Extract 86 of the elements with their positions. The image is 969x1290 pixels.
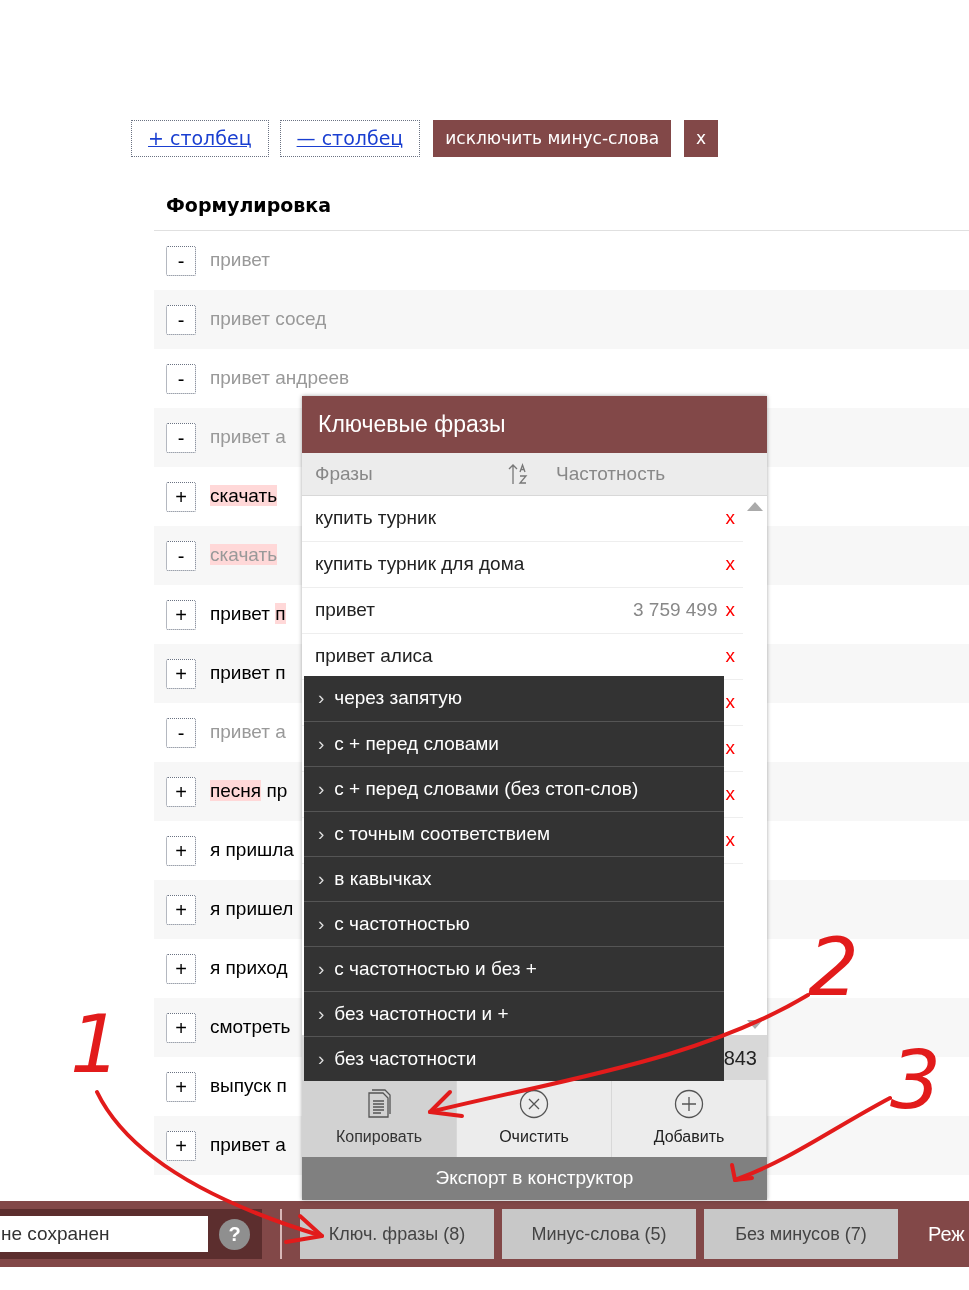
chevron-icon: ›: [318, 684, 325, 713]
mode-button[interactable]: Реж: [928, 1219, 965, 1249]
phrase-text: привет алиса: [315, 644, 433, 669]
remove-button[interactable]: x: [725, 688, 735, 717]
exclude-button[interactable]: x: [684, 120, 719, 157]
phrase-text: купить турник для дома: [315, 552, 525, 577]
tab[interactable]: Ключ. фразы (8): [300, 1209, 494, 1259]
exclude-toggle[interactable]: -: [166, 304, 196, 335]
include-toggle[interactable]: +: [166, 658, 196, 689]
tab[interactable]: Без минусов (7): [704, 1209, 898, 1259]
include-toggle[interactable]: +: [166, 1012, 196, 1043]
remove-button[interactable]: x: [725, 642, 735, 671]
include-toggle[interactable]: +: [166, 776, 196, 807]
exclude-toggle[interactable]: -: [166, 540, 196, 571]
name-field[interactable]: не сохранен: [0, 1216, 208, 1252]
exclude-toggle[interactable]: -: [166, 717, 196, 748]
remove-button[interactable]: x: [725, 504, 735, 533]
menu-label: с + перед словами (без стоп-слов): [334, 776, 639, 801]
add-column-link[interactable]: — столбец: [279, 120, 421, 157]
exclude-toggle[interactable]: -: [166, 363, 196, 394]
chevron-icon: ›: [318, 774, 325, 804]
exclude-button[interactable]: исключить минус-слова: [433, 120, 672, 157]
tab[interactable]: Минус-слова (5): [502, 1209, 696, 1259]
include-toggle[interactable]: +: [166, 894, 196, 925]
export-button[interactable]: Экспорт в конструктор: [302, 1157, 767, 1200]
chevron-icon: ›: [318, 1044, 325, 1074]
include-toggle[interactable]: +: [166, 835, 196, 866]
chevron-icon: ›: [318, 909, 325, 939]
column-heading: Формулировка: [166, 193, 333, 217]
panel-title: Ключевые фразы: [302, 396, 767, 453]
menu-label: без частотности: [334, 1046, 477, 1071]
remove-button[interactable]: x: [725, 826, 735, 855]
chevron-icon: ›: [318, 864, 325, 894]
document-icon: [366, 1088, 392, 1119]
phrase-text: привет п: [210, 661, 286, 686]
chevron-icon: ›: [318, 954, 325, 984]
phrase-text: песня пр: [210, 779, 288, 804]
add-column-link[interactable]: + столбец: [131, 120, 269, 157]
include-toggle[interactable]: +: [166, 953, 196, 984]
phrase-text: привет а: [210, 425, 286, 450]
menu-label: с + перед словами: [334, 731, 499, 756]
phrase-text: я приход: [210, 956, 288, 981]
phrase-text: скачать: [210, 484, 278, 509]
phrase-text: скачать: [210, 543, 278, 568]
remove-button[interactable]: x: [725, 734, 735, 763]
include-toggle[interactable]: +: [166, 481, 196, 512]
annotation-number: 2: [808, 921, 859, 1014]
frequency-value: 3 759 499: [632, 598, 718, 623]
chevron-icon: ›: [318, 819, 325, 849]
remove-button[interactable]: x: [725, 780, 735, 809]
include-toggle[interactable]: +: [166, 599, 196, 630]
phrase-text: привет сосед: [210, 307, 327, 332]
scroll-up-icon[interactable]: [747, 502, 763, 511]
sort-icon[interactable]: [508, 463, 528, 485]
phrase-text: купить турник: [315, 506, 436, 531]
plus-circle-icon: [674, 1088, 704, 1119]
remove-button[interactable]: x: [725, 550, 735, 579]
phrase-text: выпуск п: [210, 1074, 287, 1099]
phrase-text: привет: [315, 598, 375, 623]
phrase-text: привет: [210, 248, 270, 273]
menu-label: с частотностью: [334, 911, 470, 936]
chevron-icon: ›: [318, 999, 325, 1029]
annotation-number: 1: [70, 998, 121, 1091]
action-button[interactable]: Копировать: [302, 1080, 457, 1157]
menu-label: через запятую: [334, 686, 463, 711]
exclude-toggle[interactable]: -: [166, 422, 196, 453]
phrase-text: привет а: [210, 1133, 286, 1158]
include-toggle[interactable]: +: [166, 1071, 196, 1102]
phrase-text: смотреть: [210, 1015, 291, 1040]
include-toggle[interactable]: +: [166, 1130, 196, 1161]
phrase-text: привет а: [210, 720, 286, 745]
menu-label: с точным соответствием: [334, 821, 551, 846]
phrase-text: привет п: [210, 602, 286, 627]
close-circle-icon: [519, 1088, 549, 1119]
phrase-text: привет андреев: [210, 366, 350, 391]
exclude-toggle[interactable]: -: [166, 245, 196, 276]
menu-label: в кавычках: [334, 866, 432, 891]
total-count: 843: [723, 1045, 757, 1071]
menu-label: с частотностью и без +: [334, 956, 537, 981]
annotation-number: 3: [890, 1034, 941, 1127]
remove-button[interactable]: x: [725, 596, 735, 625]
phrase-text: я пришла: [210, 838, 294, 863]
phrase-text: я пришел: [210, 897, 294, 922]
scroll-down-icon[interactable]: [747, 1020, 763, 1029]
menu-label: без частотности и +: [334, 1001, 509, 1026]
chevron-icon: ›: [318, 729, 325, 759]
